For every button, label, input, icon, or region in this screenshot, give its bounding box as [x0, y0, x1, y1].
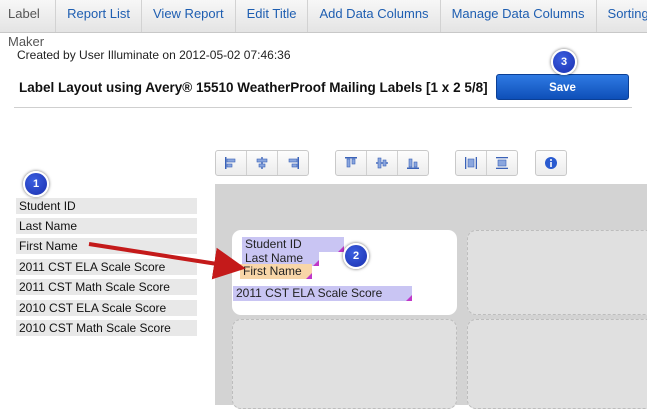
field-2011-cst-math[interactable]: 2011 CST Math Scale Score	[16, 279, 197, 295]
chip-label: Last Name	[245, 251, 304, 265]
chip-label: Student ID	[245, 237, 302, 251]
created-info: Created by User Illuminate on 2012-05-02…	[17, 48, 291, 62]
align-right-icon[interactable]	[278, 151, 308, 175]
distribute-vertical-icon[interactable]	[487, 151, 517, 175]
divider	[14, 107, 632, 108]
info-icon[interactable]	[536, 151, 566, 175]
field-2010-cst-ela[interactable]: 2010 CST ELA Scale Score	[16, 300, 197, 316]
step-badge-1: 1	[23, 171, 49, 197]
empty-label-slot	[467, 230, 647, 315]
nav-edit-title[interactable]: Edit Title	[236, 0, 309, 32]
chip-student-id[interactable]: Student ID	[242, 237, 344, 252]
field-first-name[interactable]: First Name	[16, 238, 197, 254]
nav-view-report[interactable]: View Report	[142, 0, 236, 32]
empty-label-slot	[232, 319, 457, 409]
field-2010-cst-math[interactable]: 2010 CST Math Scale Score	[16, 320, 197, 336]
toolbar-group-horizontal	[215, 150, 309, 176]
nav-sorting[interactable]: Sorting	[597, 0, 647, 32]
app-title: Label Maker	[0, 0, 57, 49]
label-canvas: Student ID Last Name First Name 2011 CST…	[215, 184, 647, 409]
nav-manage-data-columns[interactable]: Manage Data Columns	[441, 0, 597, 32]
align-left-icon[interactable]	[216, 151, 247, 175]
field-last-name[interactable]: Last Name	[16, 218, 197, 234]
align-center-icon[interactable]	[247, 151, 278, 175]
resize-handle-icon[interactable]	[313, 260, 319, 266]
field-2011-cst-ela[interactable]: 2011 CST ELA Scale Score	[16, 259, 197, 275]
toolbar-group-info	[535, 150, 567, 176]
align-middle-icon[interactable]	[367, 151, 398, 175]
nav-add-data-columns[interactable]: Add Data Columns	[308, 0, 441, 32]
chip-label: First Name	[243, 264, 302, 278]
resize-handle-icon[interactable]	[306, 273, 312, 279]
field-student-id[interactable]: Student ID	[16, 198, 197, 214]
toolbar-group-distribute	[455, 150, 518, 176]
save-button[interactable]: Save	[496, 74, 629, 100]
empty-label-slot	[467, 319, 647, 409]
distribute-horizontal-icon[interactable]	[456, 151, 487, 175]
page-title: Label Layout using Avery® 15510 WeatherP…	[19, 80, 488, 95]
align-top-icon[interactable]	[336, 151, 367, 175]
chip-first-name[interactable]: First Name	[240, 264, 312, 279]
top-nav: Label Maker Report List View Report Edit…	[0, 0, 647, 49]
label-preview[interactable]: Student ID Last Name First Name 2011 CST…	[232, 230, 457, 315]
nav-report-list[interactable]: Report List	[56, 0, 142, 32]
step-badge-2: 2	[343, 243, 369, 269]
chip-label: 2011 CST ELA Scale Score	[236, 286, 383, 300]
toolbar-group-vertical	[335, 150, 429, 176]
step-badge-3: 3	[551, 49, 577, 75]
resize-handle-icon[interactable]	[406, 295, 412, 301]
align-bottom-icon[interactable]	[398, 151, 428, 175]
chip-2011-cst-ela[interactable]: 2011 CST ELA Scale Score	[233, 286, 412, 301]
